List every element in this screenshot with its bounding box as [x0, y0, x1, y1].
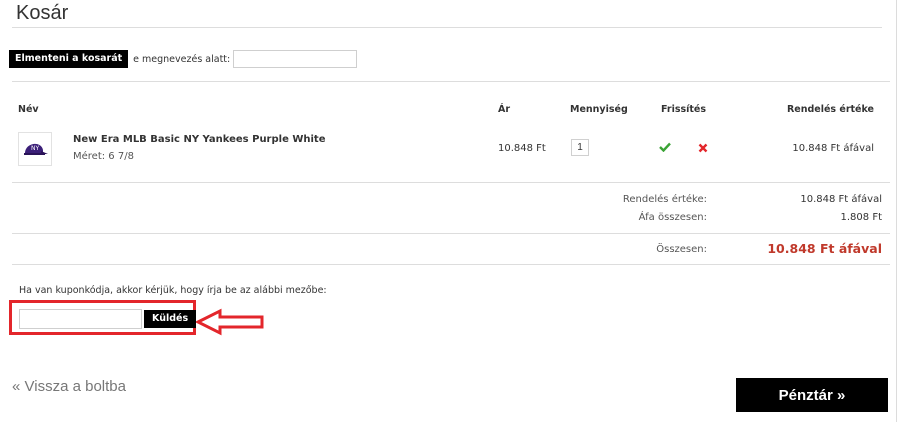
cart-page: Kosár Elmenteni a kosarát e megnevezés a… — [0, 0, 900, 422]
product-name[interactable]: New Era MLB Basic NY Yankees Purple Whit… — [73, 134, 325, 145]
quantity-input[interactable] — [571, 139, 589, 156]
order-value: 10.848 Ft áfával — [800, 194, 882, 205]
title-divider — [12, 27, 882, 28]
summary-divider — [12, 233, 890, 234]
vat-label: Áfa összesen: — [638, 212, 707, 223]
save-cart-name-label: e megnevezés alatt: — [133, 53, 231, 65]
svg-text:NY: NY — [31, 145, 39, 152]
save-cart-name-input[interactable] — [233, 50, 358, 68]
save-cart-row: Elmenteni a kosarát e megnevezés alatt: — [9, 50, 358, 68]
product-price: 10.848 Ft — [498, 143, 546, 154]
page-border — [896, 0, 897, 422]
page-title: Kosár — [16, 2, 69, 24]
product-line-total: 10.848 Ft áfával — [792, 143, 874, 154]
checkout-button[interactable]: Pénztár » — [736, 378, 888, 412]
product-thumbnail[interactable]: NY — [18, 132, 52, 166]
header-quantity: Mennyiség — [570, 104, 628, 115]
items-divider — [12, 182, 890, 183]
header-update: Frissítés — [661, 104, 707, 115]
check-icon[interactable] — [659, 142, 671, 152]
order-value-label: Rendelés értéke: — [622, 194, 707, 205]
total-divider — [12, 264, 890, 265]
arrow-left-icon — [196, 308, 264, 336]
header-order-value: Rendelés értéke — [786, 104, 874, 115]
save-cart-button[interactable]: Elmenteni a kosarát — [9, 50, 129, 68]
vat-value: 1.808 Ft — [840, 212, 882, 223]
total-value: 10.848 Ft áfával — [767, 241, 882, 256]
coupon-prompt: Ha van kuponkódja, akkor kérjük, hogy ír… — [19, 285, 327, 296]
coupon-input[interactable] — [19, 309, 142, 329]
close-icon[interactable] — [698, 143, 708, 153]
header-name: Név — [18, 104, 39, 115]
save-divider — [12, 81, 890, 82]
product-size: Méret: 6 7/8 — [73, 151, 134, 162]
total-label: Összesen: — [656, 244, 707, 255]
cap-icon: NY — [24, 143, 48, 155]
coupon-submit-button[interactable]: Küldés — [144, 310, 197, 328]
back-to-shop-link[interactable]: « Vissza a boltba — [12, 378, 126, 395]
header-price: Ár — [498, 104, 511, 115]
